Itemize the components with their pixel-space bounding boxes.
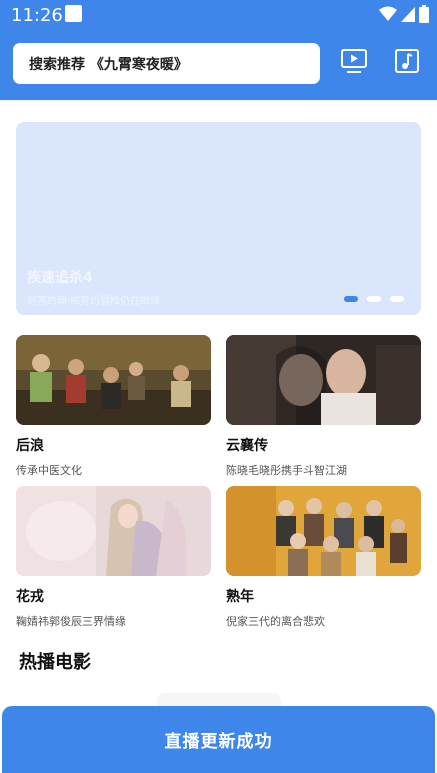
tv-play-icon[interactable] <box>340 48 368 74</box>
section-title-hot-movies: 热播电影 <box>19 652 91 673</box>
drama-card-yunxiangzhuan[interactable]: 云襄传 陈晓毛晓彤携手斗智江湖 <box>226 335 421 478</box>
card-description: 鞠婧祎郭俊辰三界情缘 <box>16 615 126 628</box>
notification-icon <box>65 5 82 22</box>
drama-poster[interactable] <box>226 486 421 576</box>
drama-poster[interactable] <box>16 335 211 425</box>
banner-carousel[interactable]: 疾速追杀4 刺客约翰·威克的冒险仍在继续 <box>16 122 421 315</box>
search-box[interactable]: 搜索推荐 《九霄寒夜暖》 <box>13 43 320 84</box>
carousel-dot-2[interactable] <box>367 296 381 302</box>
drama-card-houlang[interactable]: 后浪 传承中医文化 <box>16 335 211 478</box>
content-area: 疾速追杀4 刺客约翰·威克的冒险仍在继续 后浪 传承中医文化 云襄传 陈晓毛晓彤… <box>0 100 437 773</box>
drama-poster[interactable] <box>226 335 421 425</box>
banner-title: 疾速追杀4 <box>27 270 93 286</box>
status-icons <box>379 5 429 23</box>
status-bar: 11:26 <box>0 0 437 30</box>
search-placeholder: 搜索推荐 《九霄寒夜暖》 <box>29 56 188 73</box>
battery-icon <box>419 5 429 23</box>
card-description: 传承中医文化 <box>16 464 82 477</box>
music-note-icon[interactable] <box>394 48 420 74</box>
wifi-icon <box>379 6 397 21</box>
carousel-dot-1[interactable] <box>344 296 358 302</box>
card-title: 云襄传 <box>226 438 268 454</box>
card-description: 倪家三代的离合悲欢 <box>226 615 325 628</box>
banner-subtitle: 刺客约翰·威克的冒险仍在继续 <box>27 296 161 307</box>
card-description: 陈晓毛晓彤携手斗智江湖 <box>226 464 347 477</box>
signal-icon <box>401 7 415 22</box>
card-title: 花戎 <box>16 589 44 605</box>
card-title: 后浪 <box>16 438 44 454</box>
carousel-indicator <box>344 296 404 302</box>
drama-poster[interactable] <box>16 486 211 576</box>
drama-card-shunian[interactable]: 熟年 倪家三代的离合悲欢 <box>226 486 421 629</box>
drama-card-huarong[interactable]: 花戎 鞠婧祎郭俊辰三界情缘 <box>16 486 211 629</box>
toast-label: 直播更新成功 <box>164 732 273 752</box>
update-success-toast[interactable]: 直播更新成功 <box>2 706 435 773</box>
status-time: 11:26 <box>11 5 63 26</box>
carousel-dot-3[interactable] <box>390 296 404 302</box>
divider <box>0 100 437 102</box>
card-title: 熟年 <box>226 589 254 605</box>
header: 搜索推荐 《九霄寒夜暖》 <box>0 30 437 100</box>
